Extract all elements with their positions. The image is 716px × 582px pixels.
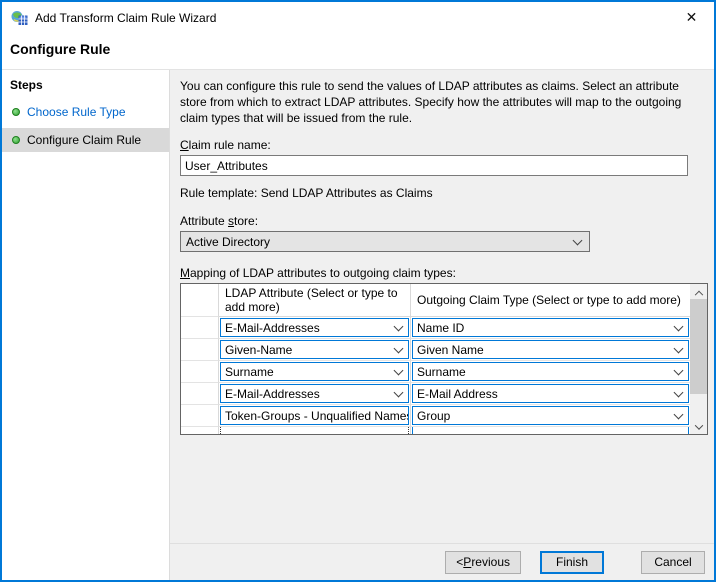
ldap-attribute-select[interactable]: E-Mail-Addresses	[220, 318, 409, 337]
outgoing-claim-select[interactable]: Surname	[412, 362, 689, 381]
table-scrollbar[interactable]	[690, 284, 707, 434]
attribute-store-value: Active Directory	[186, 235, 270, 249]
chevron-down-icon	[674, 387, 684, 397]
outgoing-claim-select[interactable]: Name ID	[412, 318, 689, 337]
chevron-down-icon	[394, 343, 404, 353]
scroll-down-button[interactable]	[690, 419, 707, 434]
rule-description: You can configure this rule to send the …	[180, 78, 704, 126]
button-bar: < Previous Finish Cancel	[170, 543, 716, 580]
outgoing-claim-select[interactable]: E-Mail Address	[412, 384, 689, 403]
ldap-attribute-select[interactable]: Given-Name	[220, 340, 409, 359]
row-selector-cell[interactable]	[181, 405, 219, 427]
claim-rule-name-label: Claim rule name:	[180, 138, 708, 152]
outgoing-claim-select[interactable]	[412, 427, 689, 435]
main-panel: You can configure this rule to send the …	[170, 70, 716, 580]
table-row: Surname Surname	[181, 361, 707, 383]
adfs-wizard-icon	[11, 10, 29, 26]
step-item-choose-rule-type[interactable]: Choose Rule Type	[2, 100, 169, 124]
outgoing-claim-select[interactable]: Given Name	[412, 340, 689, 359]
page-title: Configure Rule	[10, 41, 714, 57]
table-new-row	[181, 427, 707, 435]
table-row: E-Mail-Addresses Name ID	[181, 317, 707, 339]
close-icon: ✕	[686, 9, 698, 26]
row-selector-cell[interactable]	[181, 427, 219, 435]
previous-button[interactable]: < Previous	[445, 551, 521, 574]
steps-header: Steps	[2, 70, 169, 92]
chevron-down-icon	[674, 409, 684, 419]
row-selector-header	[181, 284, 219, 317]
chevron-down-icon	[394, 321, 404, 331]
ldap-attribute-select[interactable]: Token-Groups - Unqualified Names	[220, 406, 409, 425]
scroll-down-icon	[694, 421, 702, 429]
table-header-claim: Outgoing Claim Type (Select or type to a…	[411, 284, 690, 317]
step-bullet-icon	[12, 108, 20, 116]
attribute-store-label: Attribute store:	[180, 214, 708, 228]
ldap-attribute-select[interactable]: E-Mail-Addresses	[220, 384, 409, 403]
row-selector-cell[interactable]	[181, 383, 219, 405]
table-row: E-Mail-Addresses E-Mail Address	[181, 383, 707, 405]
chevron-down-icon	[674, 343, 684, 353]
chevron-down-icon	[394, 387, 404, 397]
mapping-table: LDAP Attribute (Select or type to add mo…	[180, 283, 708, 435]
table-row: Token-Groups - Unqualified Names Group	[181, 405, 707, 427]
step-bullet-icon	[12, 136, 20, 144]
close-button[interactable]: ✕	[669, 3, 714, 32]
row-selector-cell[interactable]	[181, 317, 219, 339]
finish-button[interactable]: Finish	[540, 551, 604, 574]
step-label: Configure Claim Rule	[27, 133, 141, 147]
table-header-row: LDAP Attribute (Select or type to add mo…	[181, 284, 707, 317]
table-row: Given-Name Given Name	[181, 339, 707, 361]
cancel-button[interactable]: Cancel	[641, 551, 705, 574]
chevron-down-icon	[573, 235, 583, 245]
scroll-up-button[interactable]	[690, 284, 707, 299]
title-bar: Add Transform Claim Rule Wizard ✕	[2, 2, 714, 33]
outgoing-claim-select[interactable]: Group	[412, 406, 689, 425]
mapping-label: Mapping of LDAP attributes to outgoing c…	[180, 266, 708, 280]
chevron-down-icon	[394, 365, 404, 375]
chevron-down-icon	[674, 321, 684, 331]
scroll-up-icon	[694, 290, 702, 298]
attribute-store-select[interactable]: Active Directory	[180, 231, 590, 252]
wizard-window: Add Transform Claim Rule Wizard ✕ Config…	[0, 0, 716, 582]
ldap-attribute-select[interactable]: Surname	[220, 362, 409, 381]
table-header-ldap: LDAP Attribute (Select or type to add mo…	[219, 284, 411, 317]
steps-sidebar: Steps Choose Rule Type Configure Claim R…	[2, 70, 170, 580]
rule-template-text: Rule template: Send LDAP Attributes as C…	[180, 186, 708, 200]
chevron-down-icon	[674, 365, 684, 375]
claim-rule-name-input[interactable]	[180, 155, 688, 176]
scroll-thumb[interactable]	[690, 299, 707, 394]
row-selector-cell[interactable]	[181, 339, 219, 361]
row-selector-cell[interactable]	[181, 361, 219, 383]
window-title: Add Transform Claim Rule Wizard	[35, 11, 669, 25]
step-item-configure-claim-rule[interactable]: Configure Claim Rule	[2, 128, 169, 152]
step-label: Choose Rule Type	[27, 105, 126, 119]
ldap-attribute-select[interactable]	[220, 427, 409, 435]
heading-area: Configure Rule	[2, 33, 714, 69]
